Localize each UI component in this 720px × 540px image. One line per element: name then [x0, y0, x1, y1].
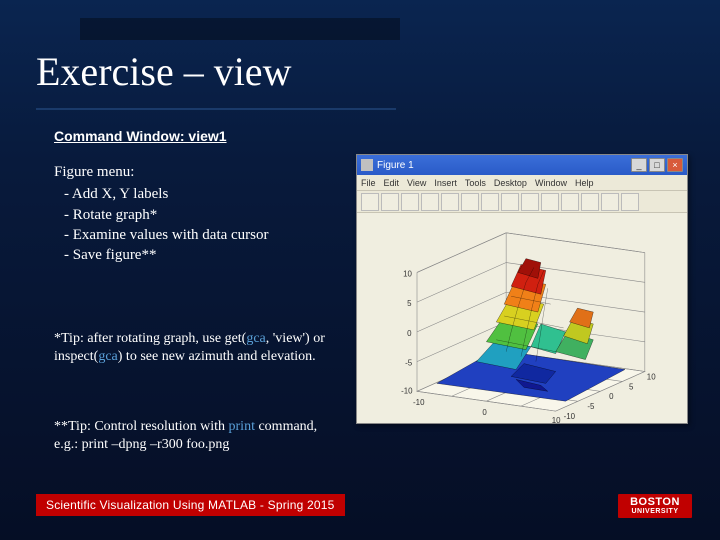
decorative-bar	[80, 18, 400, 40]
tip-rotate: *Tip: after rotating graph, use get(gca,…	[54, 330, 334, 366]
y-tick: 5	[629, 382, 634, 391]
menu-desktop[interactable]: Desktop	[494, 178, 527, 188]
toolbar-button[interactable]	[481, 193, 499, 211]
toolbar-button[interactable]	[361, 193, 379, 211]
menu-bar[interactable]: File Edit View Insert Tools Desktop Wind…	[357, 175, 687, 191]
matlab-figure-window: Figure 1 _ □ × File Edit View Insert Too…	[356, 154, 688, 424]
command-window-label: Command Window: view1	[54, 128, 227, 144]
x-tick: -10	[413, 398, 425, 407]
x-tick: 0	[482, 408, 487, 417]
list-item: - Add X, Y labels	[64, 184, 354, 204]
tip-print: **Tip: Control resolution with print com…	[54, 418, 344, 454]
toolbar-button[interactable]	[441, 193, 459, 211]
y-tick: -10	[564, 412, 576, 421]
toolbar-button[interactable]	[541, 193, 559, 211]
figure-menu-heading: Figure menu:	[54, 162, 354, 182]
z-tick: 0	[407, 329, 412, 338]
list-item: - Examine values with data cursor	[64, 225, 354, 245]
surface-plot[interactable]: 10 5 0 -5 -10 -10 0 10 -10 -5 0 5 10	[357, 213, 687, 423]
toolbar-button[interactable]	[561, 193, 579, 211]
toolbar-button[interactable]	[381, 193, 399, 211]
z-tick: 10	[403, 269, 412, 278]
window-title: Figure 1	[377, 160, 414, 171]
y-tick: 10	[647, 372, 656, 381]
toolbar-button[interactable]	[601, 193, 619, 211]
toolbar-button[interactable]	[501, 193, 519, 211]
window-icon	[361, 159, 373, 171]
x-tick: 10	[552, 416, 561, 423]
y-tick: -5	[587, 402, 595, 411]
menu-help[interactable]: Help	[575, 178, 594, 188]
toolbar-button[interactable]	[401, 193, 419, 211]
code-gca: gca	[246, 331, 265, 346]
menu-tools[interactable]: Tools	[465, 178, 486, 188]
divider	[36, 108, 396, 110]
boston-university-logo: BOSTON UNIVERSITY	[618, 494, 692, 518]
z-tick: -5	[405, 359, 413, 368]
list-item: - Save figure**	[64, 245, 354, 265]
toolbar-button[interactable]	[581, 193, 599, 211]
code-gca: gca	[98, 349, 117, 364]
menu-file[interactable]: File	[361, 178, 376, 188]
y-tick: 0	[609, 392, 614, 401]
minimize-button[interactable]: _	[631, 158, 647, 172]
z-tick: -10	[401, 386, 413, 395]
close-button[interactable]: ×	[667, 158, 683, 172]
figure-menu-text: Figure menu: - Add X, Y labels - Rotate …	[54, 162, 354, 265]
menu-edit[interactable]: Edit	[384, 178, 400, 188]
toolbar-button[interactable]	[621, 193, 639, 211]
plot-area[interactable]: 10 5 0 -5 -10 -10 0 10 -10 -5 0 5 10	[357, 213, 687, 423]
code-print: print	[229, 419, 255, 434]
z-tick: 5	[407, 299, 412, 308]
toolbar-button[interactable]	[521, 193, 539, 211]
menu-insert[interactable]: Insert	[434, 178, 457, 188]
toolbar[interactable]	[357, 191, 687, 213]
footer-banner: Scientific Visualization Using MATLAB - …	[36, 494, 345, 516]
list-item: - Rotate graph*	[64, 205, 354, 225]
maximize-button[interactable]: □	[649, 158, 665, 172]
window-titlebar[interactable]: Figure 1 _ □ ×	[357, 155, 687, 175]
menu-view[interactable]: View	[407, 178, 426, 188]
toolbar-button[interactable]	[421, 193, 439, 211]
slide-title: Exercise – view	[36, 48, 291, 95]
menu-window[interactable]: Window	[535, 178, 567, 188]
toolbar-button[interactable]	[461, 193, 479, 211]
